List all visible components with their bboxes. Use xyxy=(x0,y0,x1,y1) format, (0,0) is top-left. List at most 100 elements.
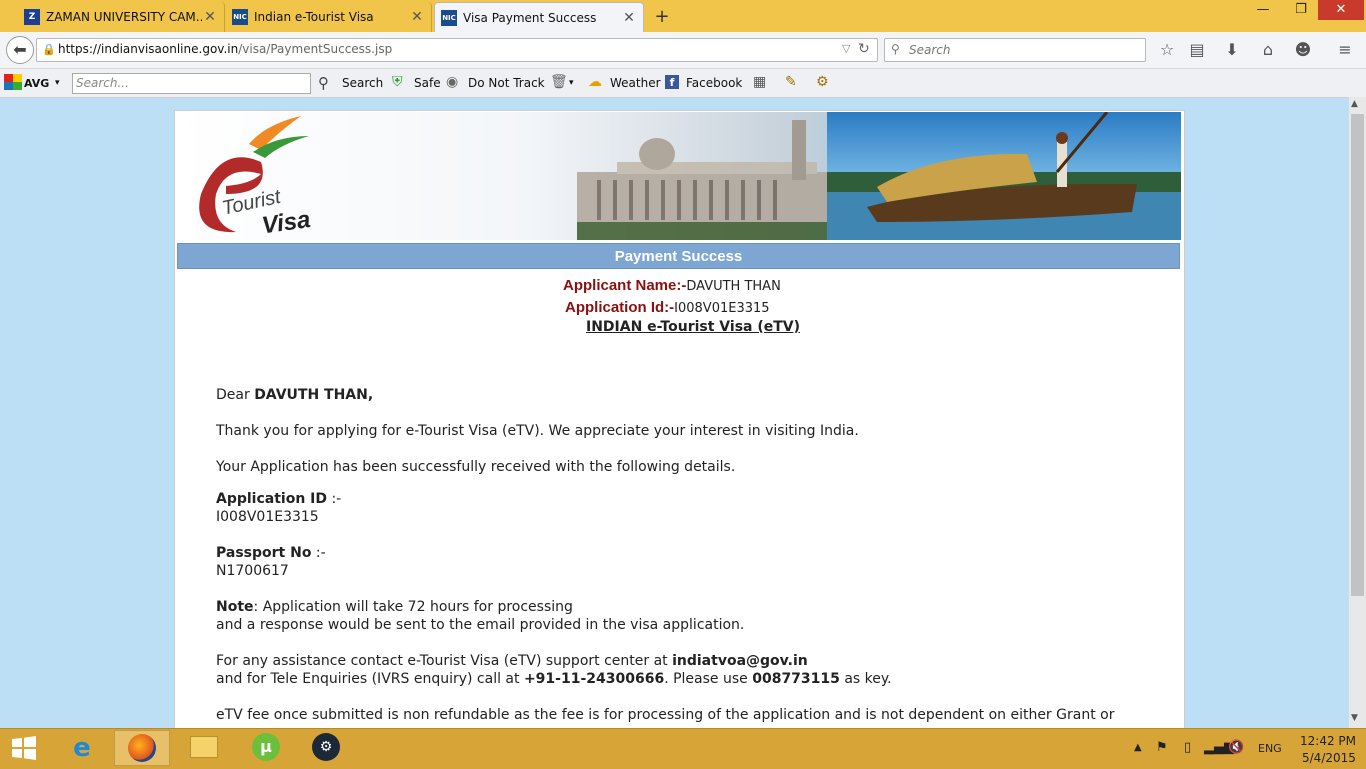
search-tool-icon[interactable]: ⚙ xyxy=(816,74,829,90)
utorrent-icon: µ xyxy=(252,733,280,761)
avg-label[interactable]: AVG xyxy=(24,77,49,90)
input-language[interactable]: ENG xyxy=(1258,742,1282,755)
bookmark-star-icon[interactable]: ☆ xyxy=(1156,40,1178,59)
tab-zaman-university[interactable]: Z ZAMAN UNIVERSITY CAM... ✕ xyxy=(18,2,225,32)
assistance-line-1: For any assistance contact e-Tourist Vis… xyxy=(216,653,808,669)
battery-icon[interactable]: ▯ xyxy=(1184,740,1191,755)
assistance-text-3: . Please use xyxy=(664,671,753,687)
processing-note: Note: Application will take 72 hours for… xyxy=(216,599,573,615)
back-button[interactable]: ⬅ xyxy=(6,36,34,64)
safe-button[interactable]: Safe xyxy=(414,76,441,90)
windows-logo-icon xyxy=(12,736,36,760)
show-hidden-icons-icon[interactable]: ▲ xyxy=(1134,742,1142,753)
url-domain: https://indianvisaonline.gov.in xyxy=(58,42,239,56)
trash-icon[interactable]: 🗑 xyxy=(550,74,568,90)
window-close-button[interactable]: ✕ xyxy=(1318,0,1364,20)
tab-visa-payment-success[interactable]: NIC Visa Payment Success ✕ xyxy=(434,2,644,32)
banner-image xyxy=(177,112,1181,240)
close-tab-icon[interactable]: ✕ xyxy=(621,10,637,26)
home-icon[interactable]: ⌂ xyxy=(1257,40,1279,59)
support-email[interactable]: indiatvoa@gov.in xyxy=(672,653,808,669)
payment-success-header: Payment Success xyxy=(177,243,1180,269)
nic-favicon-icon: NIC xyxy=(441,9,457,26)
greeting-dear: Dear xyxy=(216,387,255,403)
thank-you-text: Thank you for applying for e-Tourist Vis… xyxy=(216,423,859,439)
application-id-row: Application Id:-I008V01E3315 xyxy=(565,297,770,316)
steam-icon: ⚙ xyxy=(312,733,340,761)
firefox-icon xyxy=(128,734,156,762)
visa-title: INDIAN e-Tourist Visa (eTV) xyxy=(586,319,801,335)
reload-icon[interactable]: ↻ xyxy=(858,41,870,57)
do-not-track-button[interactable]: Do Not Track xyxy=(468,76,545,90)
scrollbar-thumb[interactable] xyxy=(1351,114,1364,596)
applicant-name-label: Applicant Name:- xyxy=(563,277,687,294)
do-not-track-eye-icon: ◉ xyxy=(446,74,459,90)
hello-chat-icon[interactable]: ☻ xyxy=(1292,40,1314,59)
maximize-button[interactable]: ❐ xyxy=(1284,0,1318,20)
url-dropdown-icon[interactable]: ▽ xyxy=(842,42,850,55)
avg-search-icon[interactable]: ⚲ xyxy=(318,74,329,92)
start-button[interactable] xyxy=(10,736,38,760)
application-id-detail: I008V01E3315 xyxy=(216,509,319,525)
applicant-name-value: DAVUTH THAN xyxy=(686,279,781,294)
nic-favicon-icon: NIC xyxy=(232,9,248,25)
etourist-visa-banner: Tourist Visa xyxy=(177,112,1181,240)
action-center-flag-icon[interactable]: ⚑ xyxy=(1156,740,1168,755)
passport-heading-sep: :- xyxy=(311,545,326,561)
greeting: Dear DAVUTH THAN, xyxy=(216,387,373,403)
avg-search-button[interactable]: Search xyxy=(342,76,383,90)
passport-heading-label: Passport No xyxy=(216,545,312,561)
trash-dropdown-icon[interactable]: ▾ xyxy=(569,78,574,88)
fee-notice: eTV fee once submitted is non refundable… xyxy=(216,707,1115,723)
application-id-value: I008V01E3315 xyxy=(674,301,770,316)
facebook-icon: f xyxy=(665,75,679,89)
application-id-heading-label: Application ID xyxy=(216,491,328,507)
folder-icon xyxy=(190,736,218,758)
lock-icon: 🔒 xyxy=(42,43,56,56)
scroll-up-arrow[interactable]: ▲ xyxy=(1351,99,1358,109)
assistance-line-2: and for Tele Enquiries (IVRS enquiry) ca… xyxy=(216,671,892,687)
ivrs-key: 008773115 xyxy=(752,671,840,687)
weather-icon: ☁ xyxy=(588,74,602,90)
tab-title: Visa Payment Success xyxy=(463,10,597,25)
minimize-button[interactable]: — xyxy=(1246,0,1280,20)
new-tab-button[interactable]: + xyxy=(652,6,672,27)
close-tab-icon[interactable]: ✕ xyxy=(409,9,425,25)
facebook-button[interactable]: Facebook xyxy=(686,76,742,90)
taskbar-firefox[interactable] xyxy=(114,730,170,766)
application-id-heading: Application ID :- xyxy=(216,491,341,507)
url-text[interactable]: https://indianvisaonline.gov.in/visa/Pay… xyxy=(58,42,392,56)
weather-button[interactable]: Weather xyxy=(610,76,661,90)
notepad-icon[interactable]: ✎ xyxy=(785,74,797,90)
internet-explorer-icon: e xyxy=(73,733,91,763)
clock-date[interactable]: 5/4/2015 xyxy=(1302,751,1356,765)
application-id-label: Application Id:- xyxy=(565,299,675,316)
browser-search-placeholder: Search xyxy=(909,43,951,57)
greeting-name: DAVUTH THAN, xyxy=(254,387,374,403)
passport-heading: Passport No :- xyxy=(216,545,326,561)
reading-list-icon[interactable]: ▤ xyxy=(1186,40,1208,59)
url-path: /visa/PaymentSuccess.jsp xyxy=(238,42,393,56)
taskbar-internet-explorer[interactable]: e xyxy=(54,730,110,766)
close-tab-icon[interactable]: ✕ xyxy=(202,9,218,25)
download-icon[interactable]: ⬇ xyxy=(1221,40,1243,59)
scroll-down-arrow[interactable]: ▼ xyxy=(1351,713,1358,723)
taskbar-utorrent[interactable]: µ xyxy=(238,730,294,766)
assistance-text-1: For any assistance contact e-Tourist Vis… xyxy=(216,653,673,669)
application-id-heading-sep: :- xyxy=(327,491,342,507)
calculator-icon[interactable]: ▦ xyxy=(753,74,766,90)
taskbar-steam[interactable]: ⚙ xyxy=(298,730,354,766)
tab-title: ZAMAN UNIVERSITY CAM... xyxy=(46,10,202,24)
taskbar-file-explorer[interactable] xyxy=(176,730,232,766)
assistance-text-2: and for Tele Enquiries (IVRS enquiry) ca… xyxy=(216,671,524,687)
assistance-text-4: as key. xyxy=(839,671,892,687)
safe-shield-icon: ⛨ xyxy=(392,74,403,90)
search-icon: ⚲ xyxy=(891,42,900,56)
passport-number: N1700617 xyxy=(216,563,289,579)
volume-muted-icon[interactable]: 🔇 xyxy=(1228,740,1244,755)
clock-time[interactable]: 12:42 PM xyxy=(1300,734,1356,748)
avg-dropdown-icon[interactable]: ▾ xyxy=(55,78,60,88)
menu-icon[interactable]: ≡ xyxy=(1334,40,1356,59)
processing-note-2: and a response would be sent to the emai… xyxy=(216,617,745,633)
tab-indian-etourist-visa[interactable]: NIC Indian e-Tourist Visa ✕ xyxy=(226,2,432,32)
